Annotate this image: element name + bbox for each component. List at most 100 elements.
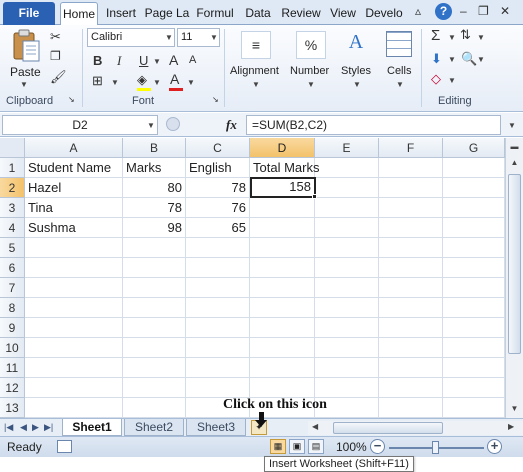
cell-c1[interactable]: English xyxy=(186,158,250,178)
grid-cell[interactable] xyxy=(186,258,250,278)
grid-cell[interactable] xyxy=(186,238,250,258)
grid-cell[interactable] xyxy=(123,238,186,258)
grid-cell[interactable] xyxy=(123,318,186,338)
sort-filter-icon[interactable]: ⇅ xyxy=(460,27,471,43)
grid-cell[interactable] xyxy=(443,338,505,358)
tab-home[interactable]: Home xyxy=(60,2,98,26)
zoom-slider-knob[interactable] xyxy=(432,441,439,454)
column-header-f[interactable]: F xyxy=(379,138,443,158)
zoom-level[interactable]: 100% xyxy=(336,440,367,454)
page-layout-view-button[interactable]: ▣ xyxy=(289,439,305,454)
grid-cell[interactable] xyxy=(443,158,505,178)
grid-cell[interactable] xyxy=(123,398,186,418)
grid-cell[interactable] xyxy=(25,338,123,358)
grid-cell[interactable] xyxy=(315,358,379,378)
grid-cell[interactable] xyxy=(315,278,379,298)
expand-formula-bar-icon[interactable]: ▼ xyxy=(508,121,516,130)
grid-cell[interactable] xyxy=(315,238,379,258)
tab-developer[interactable]: Develo xyxy=(363,2,405,25)
cell-a3[interactable]: Tina xyxy=(25,198,123,218)
grid-cell[interactable] xyxy=(443,218,505,238)
number-format-icon[interactable]: % xyxy=(296,31,326,59)
clear-icon[interactable]: ◇ xyxy=(431,71,441,87)
name-box-dropdown-icon[interactable]: ▼ xyxy=(147,121,155,130)
borders-dropdown-icon[interactable]: ▼ xyxy=(111,78,119,87)
grid-cell[interactable] xyxy=(443,398,505,418)
grid-cell[interactable] xyxy=(123,358,186,378)
grid-cell[interactable] xyxy=(186,358,250,378)
cell-b4[interactable]: 98 xyxy=(123,218,186,238)
clipboard-launcher-icon[interactable]: ↘ xyxy=(68,95,75,104)
sheet-tab-sheet3[interactable]: Sheet3 xyxy=(186,419,246,436)
grid-cell[interactable] xyxy=(250,218,315,238)
fill-color-icon[interactable]: ◈ xyxy=(137,72,147,88)
last-sheet-icon[interactable]: ▶| xyxy=(44,422,53,433)
grid-cell[interactable] xyxy=(25,398,123,418)
horizontal-scrollbar[interactable]: ◀ ▶ xyxy=(308,421,523,435)
prev-sheet-icon[interactable]: ◀ xyxy=(20,422,27,433)
worksheet-grid[interactable]: A B C D E F G 1 2 3 4 5 6 7 8 9 10 11 12… xyxy=(0,138,505,418)
grid-cell[interactable] xyxy=(315,378,379,398)
column-header-d[interactable]: D xyxy=(250,138,315,158)
tab-insert[interactable]: Insert xyxy=(101,2,141,25)
tab-formulas[interactable]: Formul xyxy=(193,2,237,25)
grid-cell[interactable] xyxy=(379,178,443,198)
paste-label[interactable]: Paste xyxy=(10,65,41,79)
scroll-down-icon[interactable]: ▼ xyxy=(508,402,521,415)
find-select-dropdown-icon[interactable]: ▼ xyxy=(477,55,485,64)
first-sheet-icon[interactable]: |◀ xyxy=(4,422,13,433)
alignment-icon[interactable]: ≡ xyxy=(241,31,271,59)
column-header-e[interactable]: E xyxy=(315,138,379,158)
row-header-4[interactable]: 4 xyxy=(0,218,25,238)
grid-cell[interactable] xyxy=(379,338,443,358)
scroll-right-icon[interactable]: ▶ xyxy=(508,422,514,431)
row-header-5[interactable]: 5 xyxy=(0,238,25,258)
grid-cell[interactable] xyxy=(315,338,379,358)
grid-cell[interactable] xyxy=(25,378,123,398)
column-header-a[interactable]: A xyxy=(25,138,123,158)
format-painter-icon[interactable]: 🖌 xyxy=(50,69,67,85)
column-header-g[interactable]: G xyxy=(443,138,505,158)
name-box[interactable]: D2 xyxy=(2,115,158,135)
grid-cell[interactable] xyxy=(315,178,379,198)
close-icon[interactable]: ✕ xyxy=(500,4,510,18)
scroll-left-icon[interactable]: ◀ xyxy=(312,422,318,431)
number-dropdown-icon[interactable]: ▼ xyxy=(307,80,315,89)
column-header-b[interactable]: B xyxy=(123,138,186,158)
cell-b3[interactable]: 78 xyxy=(123,198,186,218)
row-header-10[interactable]: 10 xyxy=(0,338,25,358)
bold-button[interactable]: B xyxy=(93,53,102,68)
zoom-out-button[interactable]: − xyxy=(370,439,385,454)
grid-cell[interactable] xyxy=(315,158,379,178)
grid-cell[interactable] xyxy=(25,238,123,258)
grid-cell[interactable] xyxy=(379,238,443,258)
font-size-dropdown-icon[interactable]: ▼ xyxy=(210,33,218,42)
grid-cell[interactable] xyxy=(186,378,250,398)
grid-cell[interactable] xyxy=(379,378,443,398)
tab-data[interactable]: Data xyxy=(241,2,275,25)
grid-cell[interactable] xyxy=(443,318,505,338)
cell-c3[interactable]: 76 xyxy=(186,198,250,218)
grid-cell[interactable] xyxy=(186,298,250,318)
grid-cell[interactable] xyxy=(379,278,443,298)
vertical-scroll-thumb[interactable] xyxy=(508,174,521,354)
font-color-icon[interactable]: A xyxy=(170,71,179,87)
shrink-font-icon[interactable]: A xyxy=(189,54,196,66)
grid-cell[interactable] xyxy=(250,198,315,218)
grid-cell[interactable] xyxy=(443,278,505,298)
grid-cell[interactable] xyxy=(186,338,250,358)
cell-a2[interactable]: Hazel xyxy=(25,178,123,198)
row-header-8[interactable]: 8 xyxy=(0,298,25,318)
grid-cell[interactable] xyxy=(315,258,379,278)
grid-cell[interactable] xyxy=(443,258,505,278)
macro-record-icon[interactable] xyxy=(57,440,72,453)
grid-cell[interactable] xyxy=(25,298,123,318)
cell-c2[interactable]: 78 xyxy=(186,178,250,198)
underline-button[interactable]: U xyxy=(139,53,148,68)
grid-cell[interactable] xyxy=(379,158,443,178)
grid-cell[interactable] xyxy=(443,378,505,398)
borders-icon[interactable]: ⊞ xyxy=(92,73,103,89)
grid-cell[interactable] xyxy=(25,358,123,378)
row-header-6[interactable]: 6 xyxy=(0,258,25,278)
grid-cell[interactable] xyxy=(379,258,443,278)
